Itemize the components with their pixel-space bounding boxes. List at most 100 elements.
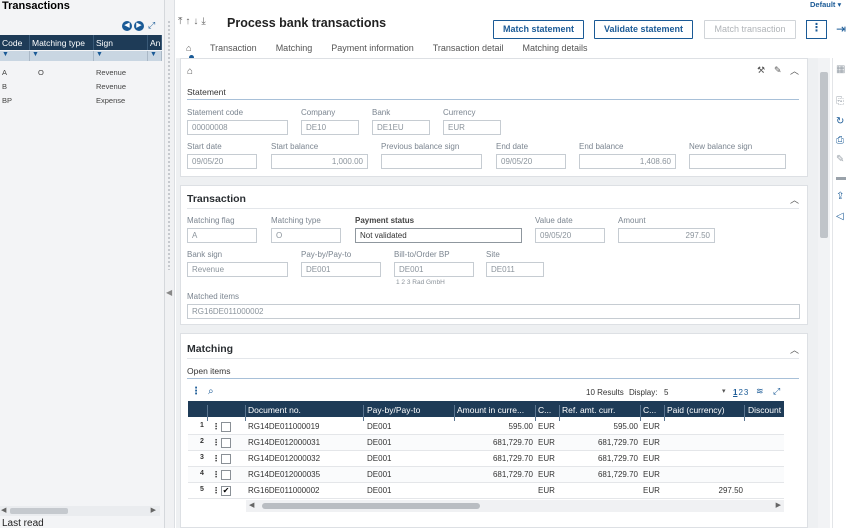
scroll-left-icon[interactable]: ◀: [1, 506, 6, 514]
row-menu-icon[interactable]: ⋮: [212, 470, 220, 479]
col-document-no[interactable]: Document no.: [248, 405, 360, 415]
home-icon[interactable]: ⌂: [186, 43, 196, 53]
scroll-left-icon[interactable]: ◀: [249, 501, 254, 509]
grid-horizontal-scrollbar[interactable]: ◀ ▶: [246, 500, 784, 512]
scroll-right-icon[interactable]: ▶: [151, 506, 156, 514]
table-row[interactable]: 5 ⋮ ✔ RG16DE011000002 DE001 EUR EUR 297.…: [188, 483, 784, 499]
filter-icon[interactable]: ▼: [148, 51, 162, 61]
next-icon[interactable]: ▶: [134, 20, 144, 31]
collapse-left-icon[interactable]: ◁: [836, 211, 844, 222]
row-checkbox[interactable]: [221, 422, 231, 432]
col-currency-2[interactable]: C...: [643, 405, 663, 415]
exit-icon[interactable]: ⇥: [836, 22, 846, 36]
tab-transaction-detail[interactable]: Transaction detail: [433, 43, 504, 53]
scroll-thumb[interactable]: [262, 503, 480, 509]
row-menu-icon[interactable]: ⋮: [212, 454, 220, 463]
validate-statement-button[interactable]: Validate statement: [594, 20, 693, 39]
chevron-up-icon[interactable]: ︿: [790, 343, 799, 356]
row-menu-icon[interactable]: ⋮: [212, 486, 220, 495]
refresh-icon[interactable]: ↻: [836, 116, 844, 127]
print-icon[interactable]: ⎙: [836, 135, 844, 146]
bank-field[interactable]: DE1EU: [372, 120, 430, 135]
tab-payment-information[interactable]: Payment information: [331, 43, 414, 53]
filter-icon[interactable]: ▼: [30, 51, 94, 61]
grid-menu-icon[interactable]: ⋮: [191, 386, 201, 397]
end-balance-field[interactable]: 1,408.60: [579, 154, 676, 169]
previous-icon[interactable]: ◀: [122, 20, 132, 31]
layers-icon[interactable]: ≋: [756, 386, 764, 397]
tools-icon[interactable]: ⚒: [757, 65, 765, 76]
start-balance-field[interactable]: 1,000.00: [271, 154, 368, 169]
payment-status-field[interactable]: Not validated: [355, 228, 522, 243]
col-an[interactable]: An: [148, 35, 162, 50]
row-checkbox[interactable]: [221, 454, 231, 464]
expand-icon[interactable]: ⤢: [148, 20, 155, 31]
end-date-field[interactable]: 09/05/20: [496, 154, 566, 169]
chevron-up-icon[interactable]: ︿: [790, 64, 799, 77]
col-sign[interactable]: Sign: [94, 35, 148, 50]
page-link[interactable]: 2: [738, 388, 742, 397]
table-row[interactable]: 1 ⋮ RG14DE011000019 DE001 595.00 EUR 595…: [188, 419, 784, 435]
display-select[interactable]: 5: [664, 388, 668, 397]
scroll-thumb[interactable]: [10, 508, 68, 514]
edit-icon[interactable]: ✎: [774, 65, 782, 76]
share-icon[interactable]: ⇪: [836, 191, 844, 202]
vertical-scrollbar[interactable]: [818, 58, 830, 528]
row-checkbox[interactable]: [221, 470, 231, 480]
currency-field[interactable]: EUR: [443, 120, 501, 135]
row-menu-icon[interactable]: ⋮: [212, 438, 220, 447]
pencil-icon[interactable]: ✎: [836, 154, 844, 165]
bill-to-field[interactable]: DE001: [394, 262, 474, 277]
new-balance-sign-field[interactable]: [689, 154, 786, 169]
list-item[interactable]: BP Expense: [0, 94, 162, 106]
amount-field[interactable]: 297.50: [618, 228, 715, 243]
row-menu-icon[interactable]: ⋮: [212, 422, 220, 431]
pay-by-field[interactable]: DE001: [301, 262, 381, 277]
chevron-down-icon[interactable]: ▾: [722, 387, 726, 395]
col-code[interactable]: Code: [0, 35, 30, 50]
site-field[interactable]: DE011: [486, 262, 544, 277]
matching-type-field[interactable]: O: [271, 228, 341, 243]
attachment-icon[interactable]: ⎘: [836, 96, 844, 107]
home-icon[interactable]: ⌂: [187, 66, 193, 77]
table-row[interactable]: 4 ⋮ RG14DE012000035 DE001 681,729.70 EUR…: [188, 467, 784, 483]
search-icon[interactable]: ⌕: [208, 386, 214, 397]
tab-transaction[interactable]: Transaction: [210, 43, 257, 53]
value-date-field[interactable]: 09/05/20: [535, 228, 605, 243]
match-transaction-button[interactable]: Match transaction: [704, 20, 796, 39]
drag-handle[interactable]: [167, 20, 171, 270]
col-amount[interactable]: Amount in curre...: [457, 405, 535, 415]
filter-icon[interactable]: ▼: [0, 51, 30, 61]
list-item[interactable]: A O Revenue: [0, 66, 162, 78]
filter-icon[interactable]: ▼: [94, 51, 148, 61]
col-currency[interactable]: C...: [538, 405, 558, 415]
list-item[interactable]: B Revenue: [0, 80, 162, 92]
col-pay-by[interactable]: Pay-by/Pay-to: [367, 405, 453, 415]
last-record-icon[interactable]: ⤓: [201, 16, 208, 27]
comment-icon[interactable]: ▬: [836, 172, 846, 183]
table-row[interactable]: 3 ⋮ RG14DE012000032 DE001 681,729.70 EUR…: [188, 451, 784, 467]
col-ref-amt[interactable]: Ref. amt. curr.: [562, 405, 644, 415]
default-menu[interactable]: Default ▾: [810, 0, 841, 9]
row-checkbox[interactable]: [221, 438, 231, 448]
more-actions-icon[interactable]: ⋮: [806, 20, 827, 39]
col-paid[interactable]: Paid (currency): [667, 405, 743, 415]
start-date-field[interactable]: 09/05/20: [187, 154, 257, 169]
tab-matching-details[interactable]: Matching details: [522, 43, 587, 53]
scroll-right-icon[interactable]: ▶: [776, 501, 781, 509]
matching-flag-field[interactable]: A: [187, 228, 257, 243]
panel-divider[interactable]: ◀: [165, 0, 175, 528]
row-checkbox[interactable]: ✔: [221, 486, 231, 496]
scroll-thumb[interactable]: [820, 72, 828, 238]
match-statement-button[interactable]: Match statement: [493, 20, 584, 39]
statement-code-field[interactable]: 00000008: [187, 120, 288, 135]
company-field[interactable]: DE10: [301, 120, 359, 135]
page-link[interactable]: 3: [744, 388, 748, 397]
grid-icon[interactable]: ▦: [836, 64, 845, 75]
horizontal-scrollbar[interactable]: ◀ ▶: [0, 506, 160, 516]
col-matching-type[interactable]: Matching type: [30, 35, 94, 50]
table-row[interactable]: 2 ⋮ RG14DE012000031 DE001 681,729.70 EUR…: [188, 435, 784, 451]
previous-balance-sign-field[interactable]: [381, 154, 482, 169]
tab-matching[interactable]: Matching: [276, 43, 313, 53]
bank-sign-field[interactable]: Revenue: [187, 262, 288, 277]
